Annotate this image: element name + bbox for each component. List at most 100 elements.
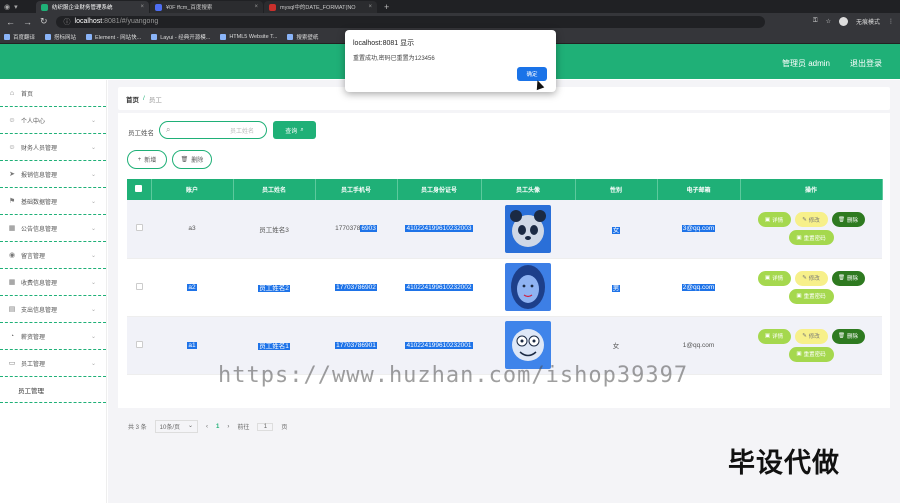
edit-button[interactable]: ✎ 修改 xyxy=(794,270,828,286)
tab-title: 纺织服企业财务管理系统 xyxy=(52,5,113,11)
bookmark-item[interactable]: 搜索壁纸 xyxy=(287,33,318,41)
current-page[interactable]: 1 xyxy=(216,424,219,430)
alert-dialog: localhost:8081 显示 重置成功,密码已重置为123456 确定 xyxy=(345,30,556,92)
sidebar-item[interactable]: ▦ 公告信息管理 ⌄ xyxy=(0,215,106,242)
reload-icon[interactable]: ↻ xyxy=(40,16,48,27)
phone-value-selected: 17703786902 xyxy=(335,283,377,291)
sidebar-item[interactable]: ⚑ 基础数据管理 ⌄ xyxy=(0,188,106,215)
browser-tab-strip: ◉ ▾ 纺织服企业财务管理系统 × ¥0F ffcm_百度搜索 × mysql中的DATE… xyxy=(0,0,900,13)
account-value: a1 xyxy=(187,341,197,349)
bookmark-item[interactable]: 百度翻译 xyxy=(4,33,35,41)
row-checkbox[interactable] xyxy=(135,340,143,348)
bookmark-icon xyxy=(45,33,52,40)
actions-cell: ▣ 详情 ✎ 修改 🗑 删除 ▣ 重置密码 xyxy=(740,200,882,259)
delete-button[interactable]: 🗑 删除 xyxy=(831,212,865,228)
gender-cell: 男 xyxy=(575,258,657,317)
doc-icon: ▣ xyxy=(764,333,771,339)
chevron-down-icon: ⌄ xyxy=(90,360,96,367)
table-header-row: 账户 员工姓名 员工手机号 员工身份证号 员工头像 性别 电子邮箱 操作 xyxy=(127,179,883,200)
detail-button[interactable]: ▣ 详情 xyxy=(757,328,791,344)
bookmark-item[interactable]: Element - 网站快... xyxy=(86,33,141,41)
row-actions: ▣ 详情 ✎ 修改 🗑 删除 ▣ 重置密码 xyxy=(755,270,867,304)
info-icon[interactable]: ⓘ xyxy=(64,17,71,27)
batch-delete-button[interactable]: 🗑 删除 xyxy=(172,150,212,169)
people-icon: ☺ xyxy=(8,143,16,151)
reset-password-label: 重置密码 xyxy=(803,352,826,358)
dialog-ok-button[interactable]: 确定 xyxy=(517,67,547,81)
prev-page-icon[interactable]: ‹ xyxy=(206,424,208,430)
edit-button[interactable]: ✎ 修改 xyxy=(794,328,828,344)
trash-icon: 🗑 xyxy=(838,275,845,281)
menu-icon[interactable]: ⋮ xyxy=(888,18,894,25)
new-tab-button[interactable]: + xyxy=(378,1,395,13)
add-button[interactable]: + 新增 xyxy=(127,150,167,169)
employee-table: 账户 员工姓名 员工手机号 员工身份证号 员工头像 性别 电子邮箱 操作 a3 员工姓名3 177… xyxy=(127,179,883,375)
search-icon: ⌕ xyxy=(300,126,304,133)
monitor-icon: ▭ xyxy=(8,360,16,367)
avatar xyxy=(505,204,551,253)
sidebar-item[interactable]: ☺ 个人中心 ⌄ xyxy=(0,107,106,134)
delete-button[interactable]: 🗑 删除 xyxy=(831,270,865,286)
reset-password-button[interactable]: ▣ 重置密码 xyxy=(788,346,834,362)
clock-icon: ◔ xyxy=(9,332,15,340)
page-size-select[interactable]: 10条/页 ⌄ xyxy=(154,420,199,433)
query-label: 查询 xyxy=(285,128,298,135)
tab-title: ¥0F ffcm_百度搜索 xyxy=(166,5,213,11)
back-icon[interactable]: ← xyxy=(6,17,15,27)
row-checkbox[interactable] xyxy=(135,282,143,290)
sidebar-item[interactable]: ◉ 留言管理 ⌄ xyxy=(0,242,106,269)
sidebar-item[interactable]: ▤ 支出信息管理 ⌄ xyxy=(0,296,106,323)
goto-page-input[interactable]: 1 xyxy=(257,422,274,431)
sidebar-subitem-employee[interactable]: 员工管理 xyxy=(0,377,106,403)
close-icon[interactable]: × xyxy=(140,4,144,10)
row-actions: ▣ 详情 ✎ 修改 🗑 删除 ▣ 重置密码 xyxy=(755,212,867,246)
delete-button[interactable]: 🗑 删除 xyxy=(831,328,865,344)
star-icon[interactable]: ☆ xyxy=(826,18,831,25)
bookmark-item[interactable]: Layui - 经典开源模... xyxy=(151,33,210,41)
close-icon[interactable]: × xyxy=(368,4,372,10)
window-icon[interactable]: ◉ xyxy=(4,3,10,11)
breadcrumb-home[interactable]: 首页 xyxy=(126,94,139,104)
bookmark-item[interactable]: 搭标网站 xyxy=(45,33,76,41)
sidebar-item[interactable]: ☺ 财务人员管理 ⌄ xyxy=(0,134,106,161)
tab-title: mysql中的DATE_FORMAT(NO xyxy=(280,5,356,11)
url-path: :8081/#/yuangong xyxy=(102,18,159,25)
tab-search-icon[interactable]: ▾ xyxy=(14,3,18,11)
trash-icon: 🗑 xyxy=(180,157,189,163)
reset-password-button[interactable]: ▣ 重置密码 xyxy=(788,288,834,304)
sidebar-item[interactable]: ▦ 收费信息管理 ⌄ xyxy=(0,269,106,296)
reset-password-button[interactable]: ▣ 重置密码 xyxy=(788,230,834,246)
browser-tab[interactable]: 纺织服企业财务管理系统 × xyxy=(36,1,149,13)
incognito-icon[interactable] xyxy=(838,17,848,26)
browser-tab[interactable]: mysql中的DATE_FORMAT(NO × xyxy=(264,1,377,13)
query-button[interactable]: 查询 ⌕ xyxy=(273,121,316,139)
row-checkbox[interactable] xyxy=(135,224,143,232)
chevron-down-icon: ⌄ xyxy=(90,333,96,340)
sidebar-item[interactable]: ➤ 报销信息管理 ⌄ xyxy=(0,161,106,188)
forward-icon[interactable]: → xyxy=(23,17,32,27)
key-icon[interactable]: ⚿ xyxy=(813,18,818,25)
sidebar: ⌂ 首页 ☺ 个人中心 ⌄ ☺ 财务人员管理 ⌄ ➤ 报销信息管理 ⌄ ⚑ 基础数据管理 ⌄ ▦ 公告信息管理… xyxy=(0,80,107,503)
next-page-icon[interactable]: › xyxy=(227,424,229,430)
sidebar-item-label: 支出信息管理 xyxy=(21,307,58,314)
column-header: 操作 xyxy=(740,179,883,200)
edit-button[interactable]: ✎ 修改 xyxy=(794,212,828,228)
flag-icon: ⚑ xyxy=(8,198,16,205)
search-input[interactable]: ⌕ 员工姓名 xyxy=(159,121,267,139)
bookmark-item[interactable]: HTML5 Website T... xyxy=(220,33,277,40)
select-all-checkbox[interactable] xyxy=(135,185,143,192)
close-icon[interactable]: × xyxy=(254,4,258,10)
detail-button[interactable]: ▣ 详情 xyxy=(757,212,791,228)
detail-button[interactable]: ▣ 详情 xyxy=(757,270,791,286)
browser-tab[interactable]: ¥0F ffcm_百度搜索 × xyxy=(150,1,263,13)
sidebar-item[interactable]: ▭ 员工管理 ⌄ xyxy=(0,350,106,377)
logout-link[interactable]: 退出登录 xyxy=(850,58,882,69)
bookmark-label: 百度翻译 xyxy=(13,34,36,41)
reset-password-label: 重置密码 xyxy=(803,294,826,300)
sidebar-item[interactable]: ⌂ 首页 xyxy=(0,80,106,107)
sidebar-item[interactable]: ◔ 薪资管理 ⌄ xyxy=(0,323,106,350)
name-cell: 员工姓名2 xyxy=(233,258,315,317)
pagination: 共 3 条 10条/页 ⌄ ‹ 1 › 前往 1 页 xyxy=(128,420,287,433)
incognito-label[interactable]: 无痕模式 xyxy=(856,17,880,26)
url-bar[interactable]: ⓘ localhost:8081/#/yuangong xyxy=(55,15,766,28)
